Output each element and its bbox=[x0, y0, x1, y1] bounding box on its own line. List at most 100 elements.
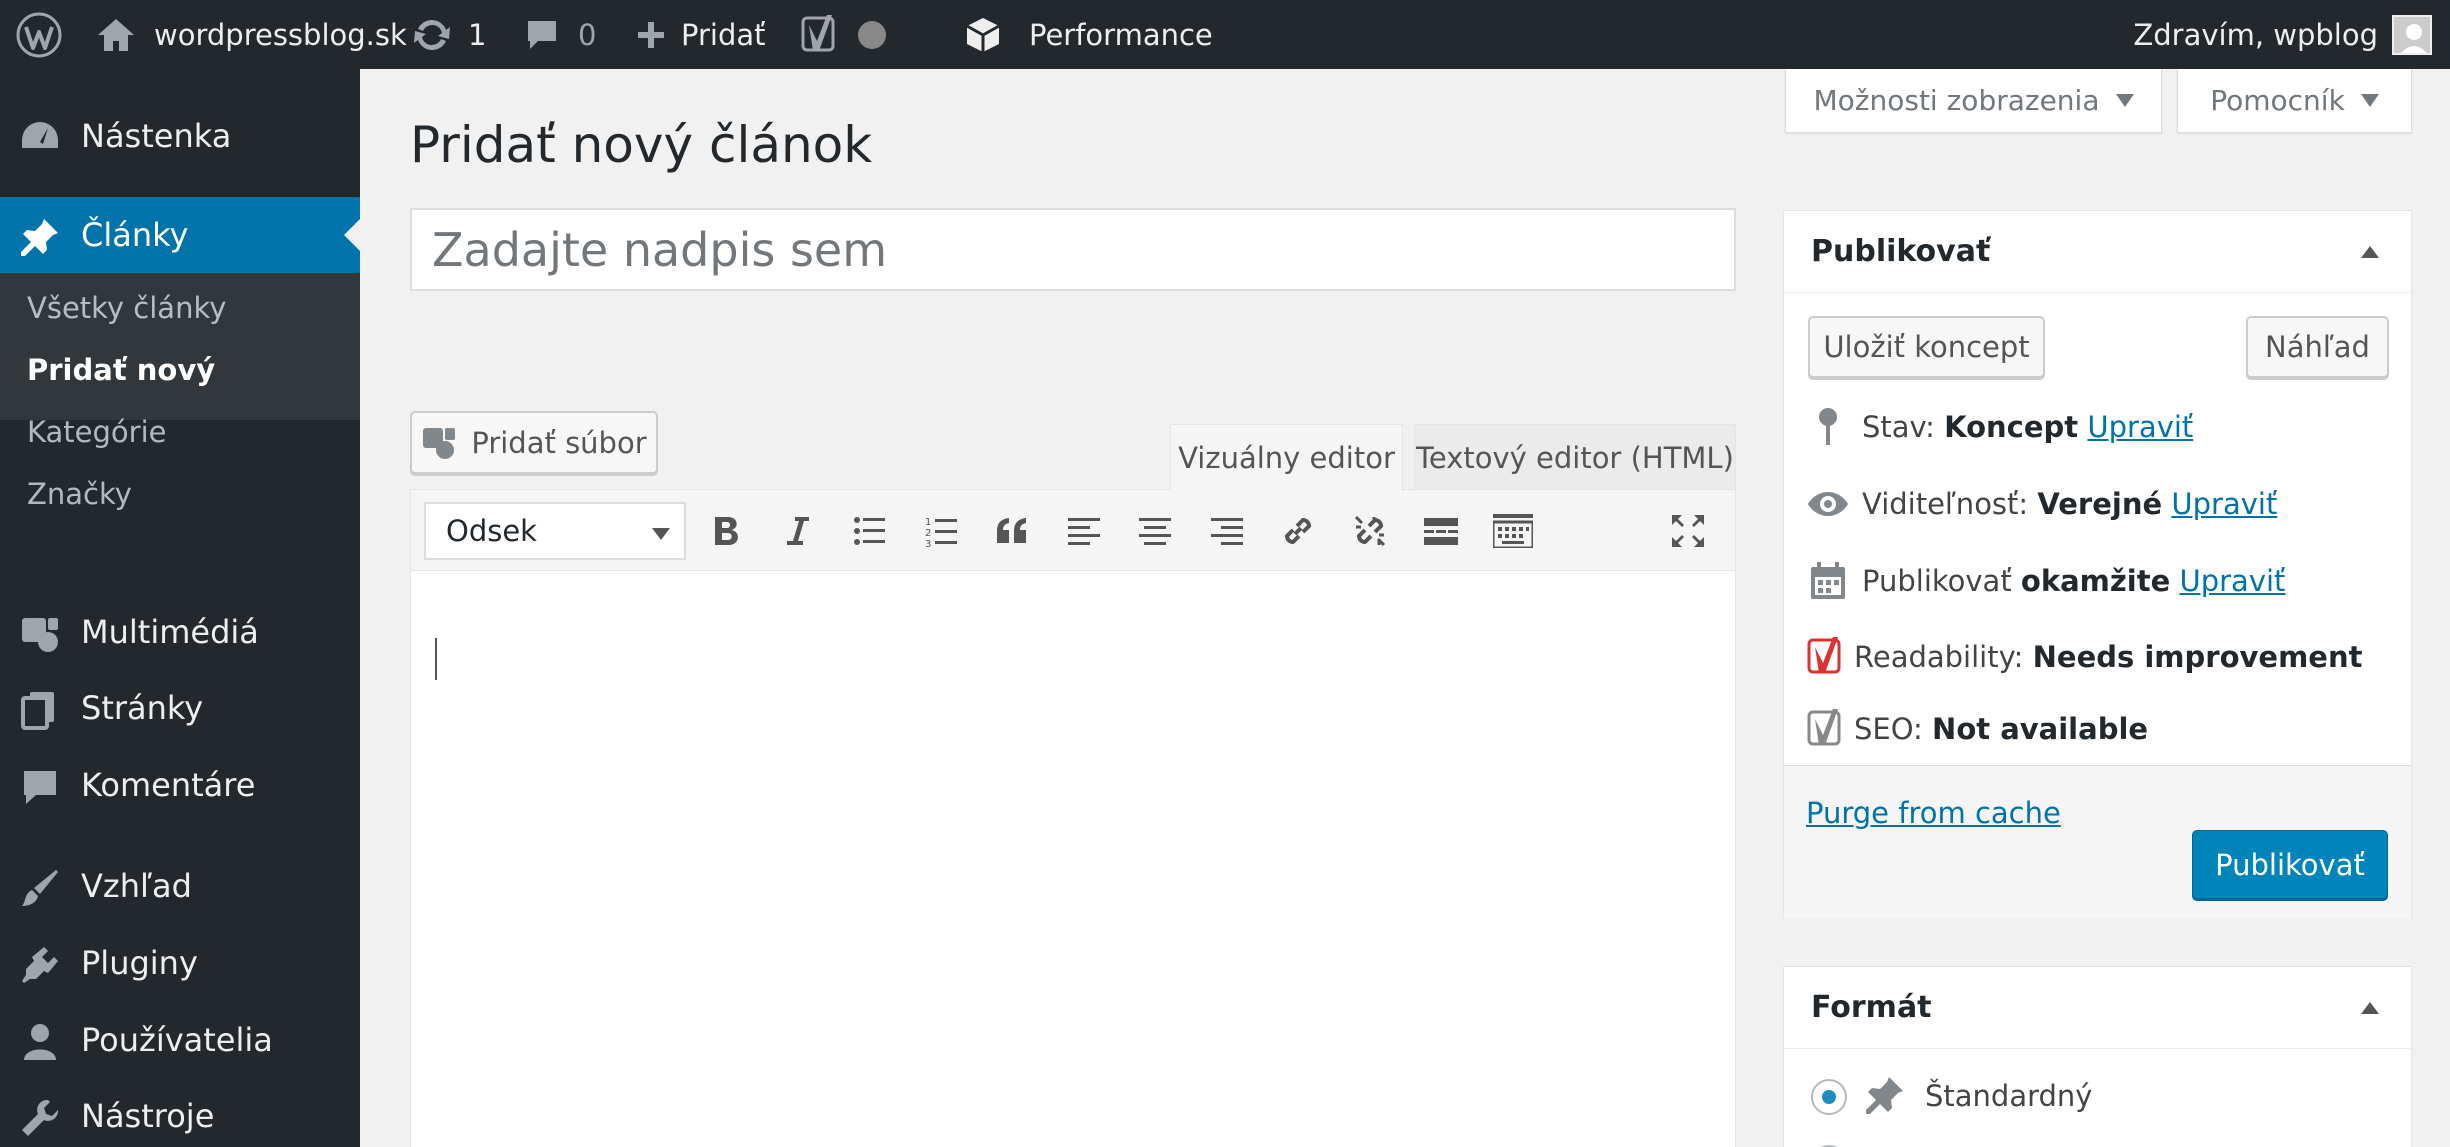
site-name-link[interactable]: wordpressblog.sk bbox=[96, 0, 407, 69]
seo-label: SEO: bbox=[1854, 712, 1923, 746]
menu-item-comments[interactable]: Komentáre bbox=[0, 747, 360, 823]
schedule-row: Publikovať okamžite Upraviť bbox=[1806, 556, 2285, 606]
calendar-icon bbox=[1806, 559, 1850, 603]
plugins-icon bbox=[20, 945, 60, 983]
add-media-button[interactable]: Pridať súbor bbox=[410, 411, 658, 474]
save-draft-button[interactable]: Uložiť koncept bbox=[1808, 316, 2045, 378]
visibility-label: Viditeľnosť: bbox=[1862, 487, 2029, 521]
wordpress-logo-icon[interactable] bbox=[16, 0, 62, 69]
help-button[interactable]: Pomocník bbox=[2177, 69, 2412, 133]
align-center-button[interactable] bbox=[1129, 505, 1181, 557]
edit-schedule-link[interactable]: Upraviť bbox=[2179, 564, 2285, 598]
edit-visibility-link[interactable]: Upraviť bbox=[2171, 487, 2277, 521]
publish-button[interactable]: Publikovať bbox=[2192, 830, 2388, 899]
comment-icon bbox=[524, 17, 560, 53]
align-left-button[interactable] bbox=[1058, 505, 1110, 557]
preview-button[interactable]: Náhľad bbox=[2246, 316, 2389, 378]
comments-link[interactable]: 0 bbox=[524, 0, 596, 69]
format-box: Formát Štandardný bbox=[1783, 966, 2412, 1147]
readability-label: Readability: bbox=[1854, 640, 2024, 674]
yoast-seo-menu[interactable] bbox=[800, 0, 886, 69]
chevron-down-icon bbox=[652, 528, 670, 540]
my-account-menu[interactable]: Zdravím, wpblog bbox=[2133, 0, 2432, 69]
menu-item-pages[interactable]: Stránky bbox=[0, 670, 360, 746]
blockquote-icon bbox=[995, 517, 1029, 545]
users-icon bbox=[20, 1022, 60, 1060]
format-select[interactable]: Odsek bbox=[424, 502, 686, 560]
bold-icon bbox=[711, 515, 741, 547]
post-title-input[interactable] bbox=[410, 208, 1736, 291]
status-value: Koncept bbox=[1944, 410, 2079, 444]
menu-item-posts[interactable]: Články bbox=[0, 197, 360, 273]
purge-cache-link[interactable]: Purge from cache bbox=[1806, 796, 2061, 830]
menu-label: Nástroje bbox=[81, 1097, 215, 1135]
bullet-list-icon bbox=[853, 516, 885, 546]
performance-menu[interactable]: Performance bbox=[963, 0, 1213, 69]
chevron-down-icon bbox=[2360, 94, 2379, 107]
menu-label: Multimédiá bbox=[81, 613, 259, 651]
read-more-button[interactable] bbox=[1415, 505, 1467, 557]
dashboard-icon bbox=[20, 118, 60, 154]
format-box-header[interactable]: Formát bbox=[1784, 967, 2411, 1049]
menu-label: Komentáre bbox=[81, 766, 256, 804]
plus-icon bbox=[635, 19, 667, 51]
fullscreen-button[interactable] bbox=[1662, 505, 1714, 557]
new-content-label: Pridať bbox=[681, 17, 766, 52]
tab-visual-editor[interactable]: Vizuálny editor bbox=[1170, 424, 1403, 491]
remove-link-button[interactable] bbox=[1344, 505, 1396, 557]
chevron-up-icon[interactable] bbox=[2361, 246, 2379, 258]
posts-submenu: Všetky články Pridať nový Kategórie Znač… bbox=[0, 273, 360, 511]
menu-item-appearance[interactable]: Vzhľad bbox=[0, 848, 360, 924]
menu-item-users[interactable]: Používatelia bbox=[0, 1002, 360, 1078]
chevron-up-icon[interactable] bbox=[2361, 1002, 2379, 1014]
toolbar-toggle-button[interactable] bbox=[1487, 505, 1539, 557]
yoast-seo-icon bbox=[1804, 707, 1848, 751]
read-more-icon bbox=[1424, 516, 1458, 546]
format-radio-standard[interactable] bbox=[1811, 1079, 1847, 1115]
italic-button[interactable] bbox=[772, 505, 824, 557]
bullet-list-button[interactable] bbox=[843, 505, 895, 557]
schedule-label: Publikovať bbox=[1862, 564, 2012, 598]
numbered-list-icon: 123 bbox=[925, 515, 957, 547]
blockquote-button[interactable] bbox=[986, 505, 1038, 557]
align-right-button[interactable] bbox=[1201, 505, 1253, 557]
keyboard-icon bbox=[1493, 514, 1533, 548]
menu-label: Články bbox=[81, 216, 189, 254]
comments-count: 0 bbox=[578, 17, 597, 52]
submenu-all-posts[interactable]: Všetky články bbox=[27, 291, 226, 325]
publish-box-header[interactable]: Publikovať bbox=[1784, 211, 2411, 293]
menu-label: Vzhľad bbox=[81, 867, 192, 905]
text-cursor bbox=[435, 638, 437, 680]
format-select-value: Odsek bbox=[446, 514, 537, 548]
readability-row: Readability: Needs improvement bbox=[1804, 632, 2362, 682]
schedule-value: okamžite bbox=[2020, 564, 2171, 598]
submenu-categories[interactable]: Kategórie bbox=[27, 415, 166, 449]
menu-item-dashboard[interactable]: Nástenka bbox=[0, 98, 360, 174]
menu-item-media[interactable]: Multimédiá bbox=[0, 594, 360, 670]
updates-link[interactable]: 1 bbox=[412, 0, 486, 69]
publish-box: Publikovať Uložiť koncept Náhľad Stav: K… bbox=[1783, 210, 2412, 919]
pin-icon bbox=[20, 217, 60, 256]
menu-item-plugins[interactable]: Pluginy bbox=[0, 925, 360, 1001]
menu-item-tools[interactable]: Nástroje bbox=[0, 1078, 360, 1147]
post-content-editor[interactable] bbox=[410, 571, 1736, 1147]
status-label: Stav: bbox=[1862, 410, 1935, 444]
submenu-tags[interactable]: Značky bbox=[27, 477, 132, 511]
new-content-link[interactable]: Pridať bbox=[635, 0, 766, 69]
numbered-list-button[interactable]: 123 bbox=[915, 505, 967, 557]
eye-icon bbox=[1806, 482, 1850, 526]
bold-button[interactable] bbox=[700, 505, 752, 557]
menu-label: Nástenka bbox=[81, 117, 232, 155]
seo-value: Not available bbox=[1932, 712, 2149, 746]
submenu-add-new[interactable]: Pridať nový bbox=[27, 353, 215, 387]
admin-menu: Nástenka Články Všetky články Pridať nov… bbox=[0, 69, 360, 1147]
screen-options-button[interactable]: Možnosti zobrazenia bbox=[1785, 69, 2162, 133]
tab-text-editor[interactable]: Textový editor (HTML) bbox=[1414, 424, 1736, 490]
align-left-icon bbox=[1068, 516, 1100, 546]
seo-row: SEO: Not available bbox=[1804, 704, 2148, 754]
insert-link-button[interactable] bbox=[1272, 505, 1324, 557]
edit-status-link[interactable]: Upraviť bbox=[2087, 410, 2193, 444]
add-media-label: Pridať súbor bbox=[471, 425, 647, 460]
admin-bar: wordpressblog.sk 1 0 Pridať Performance … bbox=[0, 0, 2450, 69]
menu-label: Pluginy bbox=[81, 944, 198, 982]
